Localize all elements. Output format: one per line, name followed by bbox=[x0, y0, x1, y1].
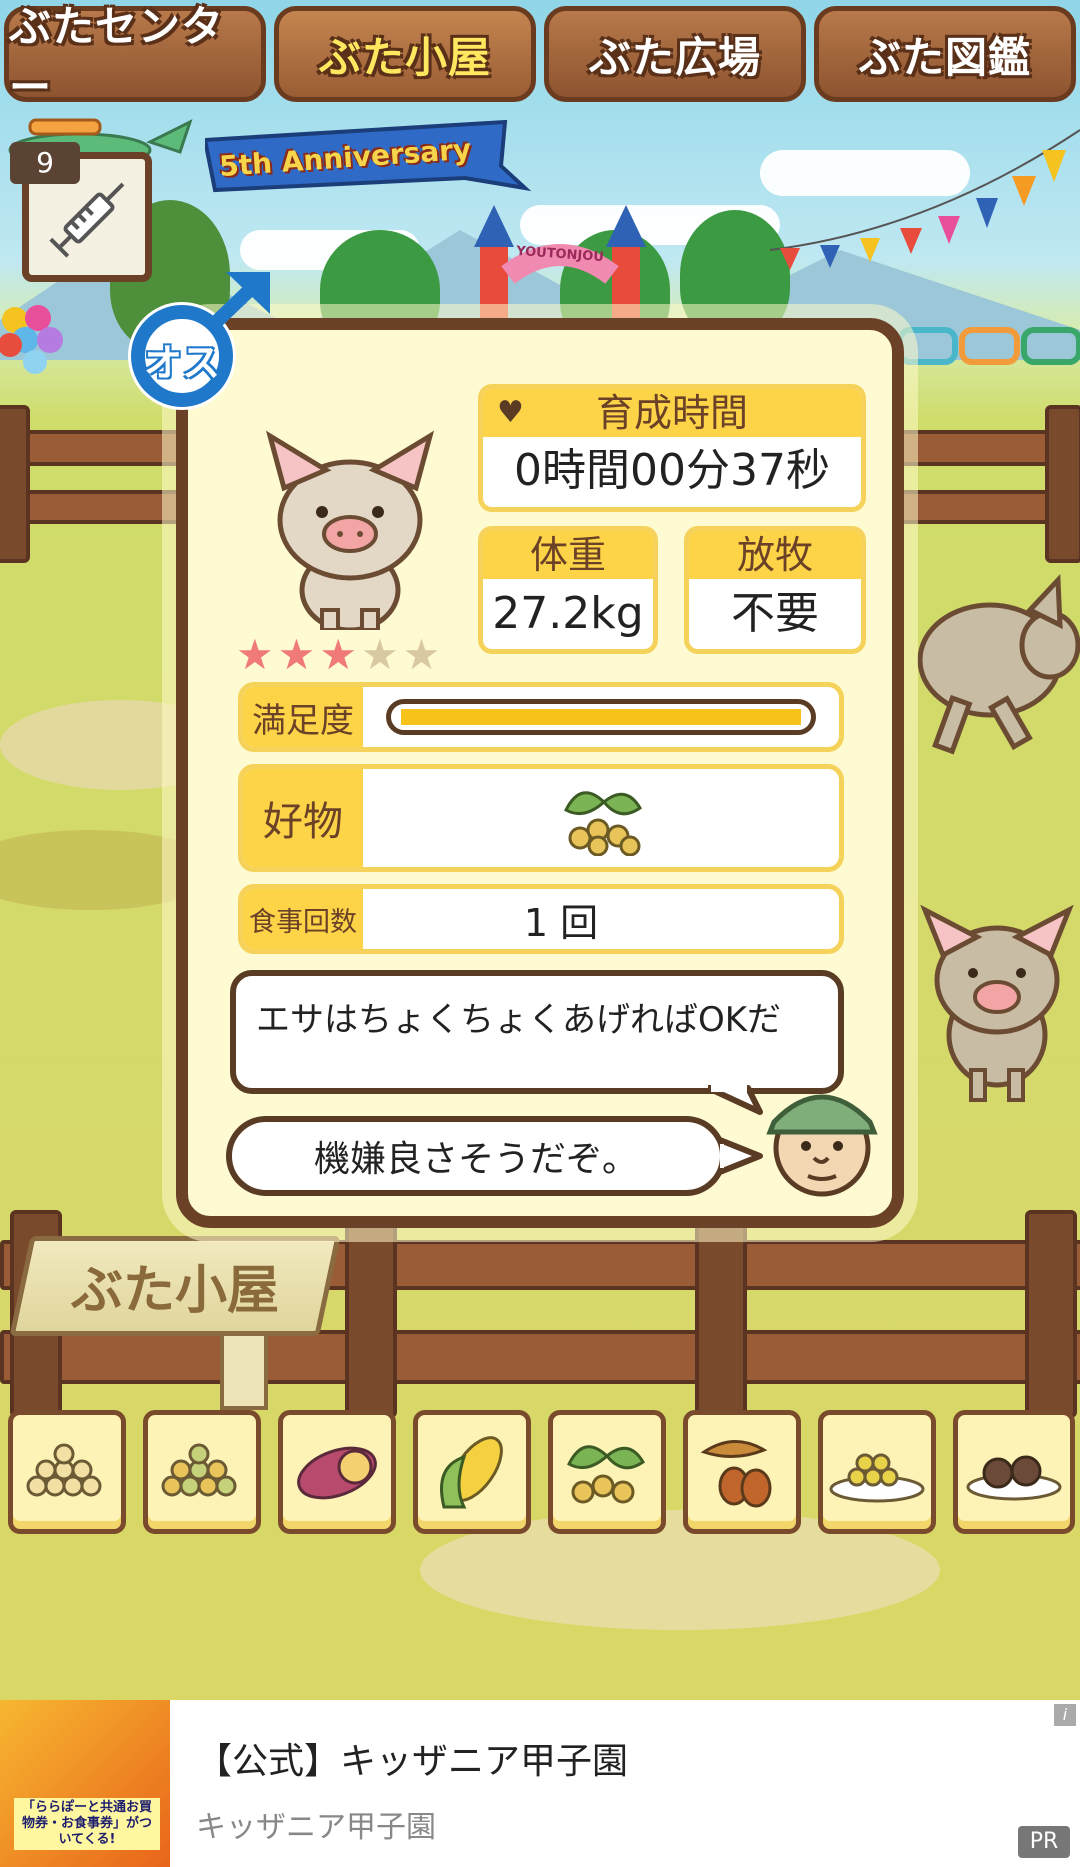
grazing-label: 放牧 bbox=[689, 531, 861, 579]
acorn-icon bbox=[700, 1440, 772, 1508]
satisfaction-bar-fill bbox=[401, 709, 801, 725]
weight-label: 体重 bbox=[483, 531, 653, 579]
keeper-speech-bubble: エサはちょくちょくあげればOKだ bbox=[230, 970, 844, 1094]
ad-source: キッザニア甲子園 bbox=[196, 1810, 436, 1845]
front-fence-post bbox=[1025, 1210, 1077, 1418]
grazing-box: 放牧 不要 bbox=[684, 526, 866, 654]
back-fence-post bbox=[0, 405, 30, 563]
mood-speech-line: 機嫌良さそうだぞ。 bbox=[313, 1139, 638, 1180]
syringe-icon bbox=[49, 182, 125, 258]
back-fence-post bbox=[1045, 405, 1080, 563]
tab-buta-plaza[interactable]: ぶた広場 bbox=[544, 6, 806, 102]
ad-pr-badge: PR bbox=[1018, 1826, 1070, 1858]
satisfaction-label: 満足度 bbox=[243, 687, 363, 747]
star-filled-icon: ★ bbox=[319, 630, 357, 679]
breeding-time-box: ♥ 育成時間 0時間00分37秒 bbox=[478, 384, 866, 512]
pennant-string bbox=[769, 120, 1080, 270]
bubble-tail bbox=[708, 1082, 763, 1115]
rarity-stars: ★ ★ ★ ★ ★ bbox=[236, 630, 441, 679]
star-filled-icon: ★ bbox=[277, 630, 316, 679]
sign-text: ぶた小屋 bbox=[70, 1261, 279, 1321]
sweet-potato-icon bbox=[297, 1446, 377, 1500]
soybean-icon bbox=[564, 791, 642, 856]
pig-status-panel: ★ ★ ★ ★ ★ ♥ 育成時間 0時間00分37秒 体重 27.2kg 放牧 不要 満… bbox=[176, 318, 904, 1228]
food-slot-bean-plate[interactable] bbox=[818, 1410, 936, 1534]
ad-thumbnail-caption: 「ららぽーと共通お買物券・お食事券」がついてくる! bbox=[14, 1798, 160, 1850]
breeding-time-value: 0時間00分37秒 bbox=[514, 445, 830, 496]
heart-icon: ♥ bbox=[497, 395, 524, 430]
tab-buta-center[interactable]: ぶたセンター bbox=[4, 2, 266, 112]
beans-icon bbox=[26, 1443, 102, 1497]
sitting-pig bbox=[915, 904, 1080, 1105]
bleachers bbox=[897, 325, 1080, 365]
corn-icon bbox=[440, 1436, 503, 1509]
star-empty-icon: ★ bbox=[360, 630, 399, 679]
meal-count-row: 食事回数 1 回 bbox=[238, 884, 844, 954]
favorite-food-label: 好物 bbox=[243, 769, 363, 867]
ad-info-icon[interactable]: i bbox=[1054, 1704, 1076, 1726]
food-slot-corn[interactable] bbox=[413, 1410, 531, 1534]
keeper-speech-line-1: エサはちょくちょくあげればOKだ bbox=[256, 1000, 782, 1040]
bean-plate-icon bbox=[829, 1453, 925, 1503]
mood-speech-bubble: 機嫌良さそうだぞ。 bbox=[226, 1116, 726, 1196]
meal-count-label: 食事回数 bbox=[243, 889, 363, 949]
anniversary-banner: 5th Anniversary bbox=[202, 118, 535, 198]
soybean-icon bbox=[567, 1445, 645, 1504]
star-empty-icon: ★ bbox=[402, 630, 441, 679]
tab-buta-encyclopedia[interactable]: ぶた図鑑 bbox=[814, 6, 1076, 102]
gender-label: オス bbox=[143, 341, 220, 385]
favorite-food-row: 好物 bbox=[238, 764, 844, 872]
food-slot-acorn[interactable] bbox=[683, 1410, 801, 1534]
farmer-avatar-icon bbox=[766, 1094, 878, 1197]
ad-thumbnail[interactable]: 「ららぽーと共通お買物券・お食事券」がついてくる! bbox=[0, 1700, 170, 1867]
weight-box: 体重 27.2kg bbox=[478, 526, 658, 654]
food-slot-sweet-potato[interactable] bbox=[278, 1410, 396, 1534]
pig-icon bbox=[265, 430, 435, 630]
front-fence-post bbox=[695, 1210, 747, 1418]
gate: YOUTONJOU bbox=[470, 205, 650, 325]
weight-value: 27.2kg bbox=[492, 588, 644, 639]
running-pig bbox=[900, 570, 1080, 770]
breeding-time-label: 育成時間 bbox=[595, 391, 748, 435]
item-count-badge: 9 bbox=[10, 142, 80, 184]
star-filled-icon: ★ bbox=[236, 630, 274, 679]
front-fence-post bbox=[345, 1210, 397, 1418]
gender-badge: オス bbox=[120, 268, 280, 418]
meat-plate-icon bbox=[966, 1455, 1062, 1501]
ad-banner[interactable]: 「ららぽーと共通お買物券・お食事券」がついてくる! 【公式】キッザニア甲子園 キ… bbox=[0, 1700, 1080, 1867]
food-slot-mixed-beans[interactable] bbox=[143, 1410, 261, 1534]
food-slot-beans[interactable] bbox=[8, 1410, 126, 1534]
area-sign: ぶた小屋 bbox=[9, 1230, 341, 1410]
balloons bbox=[0, 300, 70, 400]
ad-title[interactable]: 【公式】キッザニア甲子園 bbox=[196, 1732, 628, 1784]
tab-buta-hut[interactable]: ぶた小屋 bbox=[274, 6, 536, 102]
satisfaction-row: 満足度 bbox=[238, 682, 844, 752]
food-slot-meat-plate[interactable] bbox=[953, 1410, 1075, 1534]
grazing-value: 不要 bbox=[731, 588, 819, 639]
meal-count-value: 1 回 bbox=[523, 900, 599, 945]
mixed-beans-icon bbox=[161, 1443, 237, 1497]
food-slot-soybean[interactable] bbox=[548, 1410, 666, 1534]
bubble-tail bbox=[720, 1137, 763, 1175]
satisfaction-bar bbox=[386, 699, 816, 735]
